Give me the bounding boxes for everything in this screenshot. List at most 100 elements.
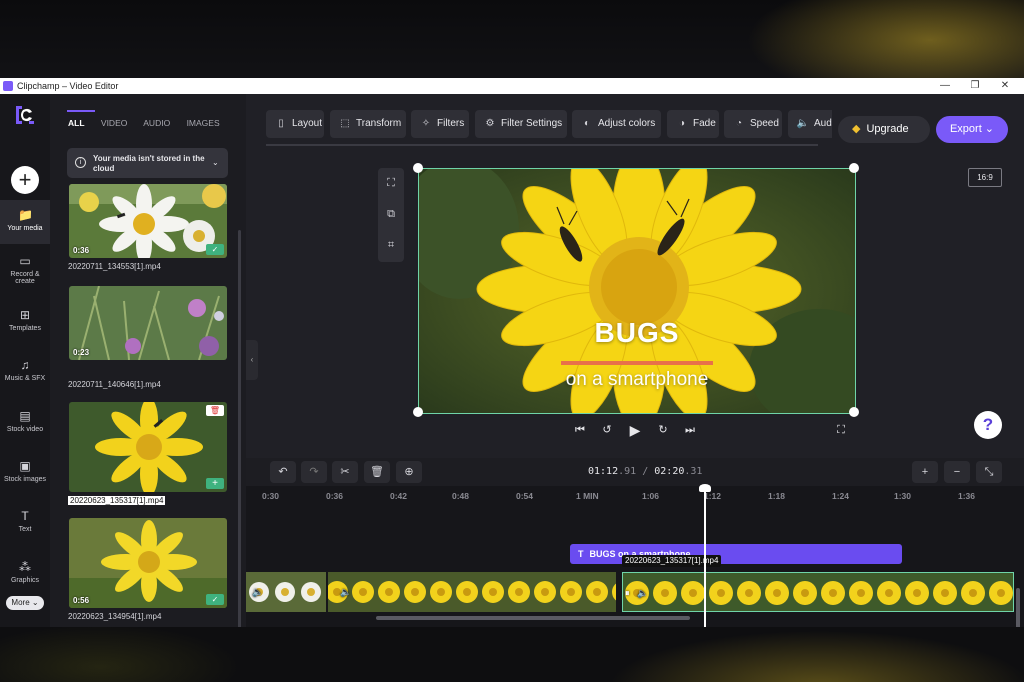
upgrade-button[interactable]: ◆ Upgrade — [838, 116, 930, 143]
tick-label: 1:06 — [642, 491, 660, 501]
rail-item-music-sfx[interactable]: ♫ Music & SFX — [0, 350, 50, 394]
restore-button[interactable]: ❐ — [966, 79, 984, 93]
timeline-horizontal-scrollbar[interactable] — [376, 616, 690, 620]
media-thumbnail[interactable]: 0:36 ✓ — [69, 184, 227, 258]
media-thumbnail[interactable]: 0:23 — [69, 286, 227, 360]
aspect-ratio-button[interactable]: 16:9 — [968, 168, 1002, 187]
media-filename: 20220623_135317[1].mp4 — [68, 496, 166, 505]
trash-icon[interactable]: 🗑 — [364, 461, 390, 483]
rewind-5s-icon[interactable]: ↺ — [599, 422, 615, 438]
clip-filmstrip-image — [246, 572, 616, 612]
clipchamp-app-icon — [3, 81, 13, 91]
toolbar-scrollbar[interactable] — [266, 144, 818, 146]
rail-item-record-create[interactable]: ▭ Record & create — [0, 246, 50, 290]
resize-handle-bottom-left[interactable] — [413, 407, 423, 417]
media-thumbnail-selected[interactable]: 🗑 + — [69, 402, 227, 492]
filters-button[interactable]: ✧ Filters — [411, 110, 469, 138]
tab-images[interactable]: IMAGES — [187, 118, 220, 128]
transform-icon: ⬚ — [340, 118, 350, 129]
rail-item-templates[interactable]: ⊞ Templates — [0, 300, 50, 344]
tab-audio[interactable]: AUDIO — [143, 118, 170, 128]
filter-settings-button[interactable]: ⚙ Filter Settings — [475, 110, 567, 138]
collapse-panel-button[interactable]: ‹ — [246, 340, 258, 380]
added-check-icon: ✓ — [206, 594, 224, 605]
adjust-colors-button[interactable]: ◐ Adjust colors — [572, 110, 661, 138]
overlay-subtitle[interactable]: on a smartphone — [419, 369, 855, 391]
rail-item-your-media[interactable]: 📁 Your media — [0, 200, 50, 244]
playhead[interactable] — [704, 488, 706, 627]
help-button[interactable]: ? — [974, 411, 1002, 439]
audio-button[interactable]: 🔈 Aud — [788, 110, 832, 138]
fit-timeline-icon[interactable]: ⤡ — [976, 461, 1002, 483]
rail-item-text[interactable]: T Text — [0, 501, 50, 545]
video-preview[interactable]: BUGS on a smartphone — [418, 168, 856, 414]
speed-button[interactable]: ◔ Speed — [724, 110, 782, 138]
redo-icon[interactable]: ↷ — [301, 461, 327, 483]
tab-all[interactable]: ALL — [68, 118, 85, 128]
fade-button[interactable]: ◑ Fade — [667, 110, 719, 138]
crop-icon[interactable]: ⌗ — [378, 230, 404, 261]
timeline-toolbar: ↶ ↷ ✂ 🗑 ⊕ 01:12.91 / 02:20.31 + − ⤡ — [246, 458, 1024, 486]
media-thumbnail[interactable]: 0:56 ✓ — [69, 518, 227, 608]
left-rail: + 📁 Your media ▭ Record & create ⊞ Templ… — [0, 94, 50, 627]
forward-5s-icon[interactable]: ↻ — [655, 422, 671, 438]
add-media-icon[interactable]: ⊕ — [396, 461, 422, 483]
export-button[interactable]: Export ⌄ — [936, 116, 1008, 143]
layout-button[interactable]: ▯ Layout — [266, 110, 324, 138]
media-scrollbar[interactable] — [238, 230, 241, 627]
skip-to-end-icon[interactable]: ⏭ — [682, 422, 698, 438]
filters-label: Filters — [437, 118, 465, 129]
overlay-title[interactable]: BUGS — [419, 317, 855, 349]
resize-handle-top-left[interactable] — [413, 163, 423, 173]
tick-label: 0:48 — [452, 491, 470, 501]
more-button[interactable]: More ⌄ — [6, 596, 44, 610]
tick-label: 1:36 — [958, 491, 976, 501]
fit-icon[interactable]: ⛶ — [378, 168, 404, 199]
thistle-thumbnail-image — [69, 286, 227, 360]
resize-handle-bottom-right[interactable] — [849, 407, 859, 417]
undo-icon[interactable]: ↶ — [270, 461, 296, 483]
play-icon[interactable]: ▶ — [627, 422, 643, 438]
delete-icon[interactable]: 🗑 — [206, 405, 224, 416]
cloud-notice[interactable]: i Your media isn't stored in the cloud ⌄ — [67, 148, 228, 178]
video-clip-selected[interactable]: 🔈 ⏸ — [622, 572, 1014, 612]
rail-item-stock-video[interactable]: ▤ Stock video — [0, 401, 50, 445]
diamond-icon: ◆ — [852, 123, 861, 135]
image-icon: ▣ — [19, 459, 31, 473]
zoom-in-icon[interactable]: + — [912, 461, 938, 483]
text-icon: T — [21, 509, 29, 523]
music-note-icon: ♫ — [20, 358, 30, 372]
speaker-icon[interactable]: 🔈 — [252, 586, 264, 598]
graphics-icon: ⁂ — [19, 560, 31, 574]
tab-video[interactable]: VIDEO — [101, 118, 127, 128]
text-clip[interactable]: T BUGS on a smartphone — [570, 544, 902, 564]
fullscreen-icon[interactable]: ⛶ — [833, 422, 849, 438]
clipchamp-logo-icon[interactable] — [12, 102, 38, 128]
camera-icon: ▭ — [19, 254, 31, 268]
rail-item-graphics[interactable]: ⁂ Graphics — [0, 552, 50, 596]
duration-label: 0:23 — [73, 348, 90, 357]
add-to-timeline-icon[interactable]: + — [206, 478, 224, 489]
picture-in-picture-icon[interactable]: ⧉ — [378, 199, 404, 230]
rail-item-stock-images[interactable]: ▣ Stock images — [0, 451, 50, 495]
trim-handle-icon[interactable]: ⏸ — [625, 587, 637, 599]
speaker-icon[interactable]: 🔈 — [340, 586, 352, 598]
speaker-icon[interactable]: 🔈 — [637, 587, 649, 599]
tick-label: 1 MIN — [576, 491, 599, 501]
transform-button[interactable]: ⬚ Transform — [330, 110, 406, 138]
layout-icon: ▯ — [278, 118, 284, 129]
scissors-icon[interactable]: ✂ — [332, 461, 358, 483]
media-filename: 20220623_134954[1].mp4 — [68, 612, 162, 621]
close-button[interactable]: ✕ — [996, 79, 1014, 93]
cloud-notice-text: Your media isn't stored in the cloud — [93, 154, 205, 173]
speed-label: Speed — [750, 118, 779, 129]
minimize-button[interactable]: — — [936, 79, 954, 93]
zoom-out-icon[interactable]: − — [944, 461, 970, 483]
video-clip[interactable]: 🔈 🔈 — [246, 572, 616, 612]
skip-to-start-icon[interactable]: ⏮ — [572, 422, 588, 438]
resize-handle-top-right[interactable] — [849, 163, 859, 173]
chevron-down-icon: ⌄ — [212, 158, 219, 167]
timeline-vertical-scrollbar[interactable] — [1016, 588, 1020, 627]
time-ruler[interactable]: 0:30 0:36 0:42 0:48 0:54 1 MIN 1:06 1:12… — [246, 486, 1024, 508]
add-media-button[interactable]: + — [11, 166, 39, 194]
